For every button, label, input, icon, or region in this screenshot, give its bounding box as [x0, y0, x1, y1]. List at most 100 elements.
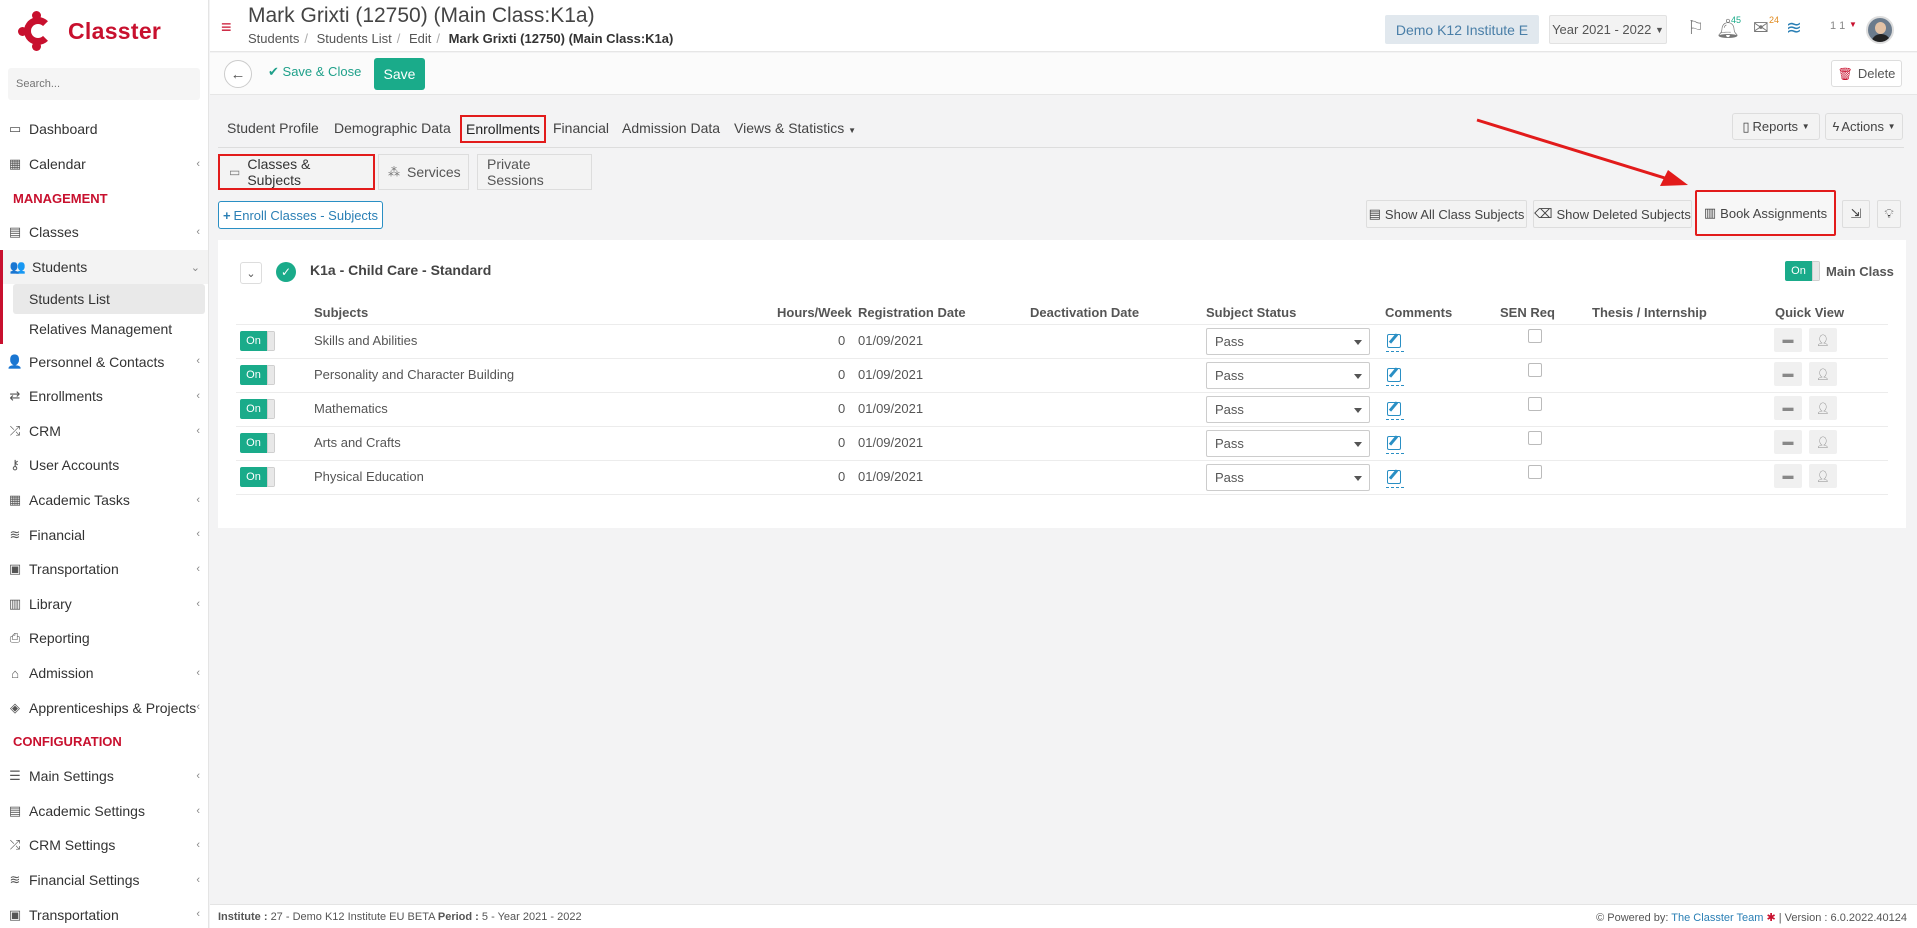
chevron-left-icon: ‹: [196, 493, 200, 506]
subject-toggle[interactable]: On: [240, 331, 275, 351]
edit-comment-icon[interactable]: [1386, 402, 1404, 420]
top-header: ≡ Mark Grixti (12750) (Main Class:K1a) S…: [210, 0, 1917, 52]
sidebar-item-students[interactable]: 👥 Students ⌄: [3, 249, 208, 285]
export-button[interactable]: ⇲: [1842, 200, 1870, 228]
save-close-button[interactable]: ✔ Save & Close: [268, 64, 361, 80]
subject-status-select[interactable]: Pass: [1206, 430, 1370, 457]
sidebar-item-crm[interactable]: ⤮ CRM ‹: [0, 414, 208, 449]
person-quickview-icon[interactable]: 👤︎: [1809, 430, 1837, 454]
edit-comment-icon[interactable]: [1386, 368, 1404, 386]
tab-student-profile[interactable]: Student Profile: [227, 120, 319, 136]
subject-status-select[interactable]: Pass: [1206, 464, 1370, 491]
sen-req-checkbox[interactable]: [1528, 431, 1542, 445]
subtab-private-sessions[interactable]: Private Sessions: [477, 154, 592, 190]
person-quickview-icon[interactable]: 👤︎: [1809, 362, 1837, 386]
enroll-classes-subjects-button[interactable]: + Enroll Classes - Subjects: [218, 201, 383, 229]
sidebar-subitem-students-list[interactable]: Students List: [13, 284, 205, 315]
actions-button[interactable]: ϟ Actions ▼: [1825, 113, 1903, 140]
chevron-left-icon: ‹: [196, 157, 200, 170]
show-all-class-subjects-button[interactable]: ▤ Show All Class Subjects: [1366, 200, 1527, 228]
sen-req-checkbox[interactable]: [1528, 329, 1542, 343]
subject-toggle[interactable]: On: [240, 365, 275, 385]
calendar-quickview-icon[interactable]: ▬: [1774, 362, 1802, 386]
breadcrumb-edit[interactable]: Edit: [409, 31, 431, 46]
sidebar-item-academic-settings[interactable]: ▤ Academic Settings ‹: [0, 794, 208, 829]
copyright-icon: ©: [1596, 912, 1605, 924]
tab-financial[interactable]: Financial: [553, 120, 609, 136]
person-quickview-icon[interactable]: 👤︎: [1809, 328, 1837, 352]
edit-comment-icon[interactable]: [1386, 436, 1404, 454]
brand-logo[interactable]: Classter: [0, 0, 208, 62]
delete-button[interactable]: 🗑︎ Delete: [1831, 60, 1902, 87]
sidebar-item-enrollments[interactable]: ⇄ Enrollments ‹: [0, 379, 208, 414]
sidebar-item-apprenticeships[interactable]: ◈ Apprenticeships & Projects ‹: [0, 690, 208, 725]
sidebar-item-transportation-settings[interactable]: ▣ Transportation ‹: [0, 897, 208, 928]
classes-icon: ▤: [8, 224, 22, 240]
edit-comment-icon[interactable]: [1386, 334, 1404, 352]
calendar-quickview-icon[interactable]: ▬: [1774, 396, 1802, 420]
institute-selector[interactable]: Demo K12 Institute E: [1385, 15, 1539, 44]
subject-name: Physical Education: [314, 469, 424, 484]
person-quickview-icon[interactable]: 👤︎: [1809, 464, 1837, 488]
subject-status-select[interactable]: Pass: [1206, 362, 1370, 389]
chevron-left-icon: ‹: [196, 666, 200, 679]
year-selector[interactable]: Year 2021 - 2022 ▼: [1549, 15, 1667, 44]
breadcrumb-students[interactable]: Students: [248, 31, 299, 46]
sidebar-item-user-accounts[interactable]: ⚷ User Accounts: [0, 448, 208, 483]
sidebar-item-label: Transportation: [29, 561, 119, 578]
bus-icon: ▣: [8, 906, 22, 922]
subtab-services[interactable]: ⁂ Services: [378, 154, 469, 190]
sidebar-subitem-relatives-management[interactable]: Relatives Management: [3, 314, 208, 344]
sidebar-item-main-settings[interactable]: ☰ Main Settings ‹: [0, 759, 208, 794]
sidebar-item-label: Calendar: [29, 155, 86, 172]
footer-period-label: Period :: [437, 911, 479, 923]
sidebar-item-reporting[interactable]: ⎙ Reporting: [0, 621, 208, 656]
sidebar-item-dashboard[interactable]: ▭ Dashboard: [0, 112, 208, 147]
sidebar-item-personnel[interactable]: 👤 Personnel & Contacts ‹: [0, 344, 208, 379]
person-quickview-icon[interactable]: 👤︎: [1809, 396, 1837, 420]
help-button[interactable]: 💡︎: [1877, 200, 1901, 228]
subject-status-select[interactable]: Pass: [1206, 328, 1370, 355]
footer-team-link[interactable]: The Classter Team: [1671, 912, 1763, 924]
breadcrumb-students-list[interactable]: Students List: [317, 31, 392, 46]
sen-req-checkbox[interactable]: [1528, 397, 1542, 411]
sen-req-checkbox[interactable]: [1528, 465, 1542, 479]
subject-toggle[interactable]: On: [240, 467, 275, 487]
sidebar-item-crm-settings[interactable]: ⤮ CRM Settings ‹: [0, 828, 208, 863]
calendar-quickview-icon[interactable]: ▬: [1774, 464, 1802, 488]
calendar-quickview-icon[interactable]: ▬: [1774, 328, 1802, 352]
save-button[interactable]: Save: [374, 58, 425, 90]
sen-req-checkbox[interactable]: [1528, 363, 1542, 377]
sidebar-item-admission[interactable]: ⌂ Admission ‹: [0, 656, 208, 691]
sidebar-item-transportation[interactable]: ▣ Transportation ‹: [0, 552, 208, 587]
main-class-toggle[interactable]: On: [1785, 261, 1821, 283]
tab-demographic-data[interactable]: Demographic Data: [334, 120, 451, 136]
sidebar-item-financial-settings[interactable]: ≋ Financial Settings ‹: [0, 863, 208, 898]
subject-toggle[interactable]: On: [240, 433, 275, 453]
layers-icon[interactable]: ≋: [1786, 17, 1802, 40]
tab-views-statistics[interactable]: Views & Statistics ▼: [734, 120, 856, 136]
sidebar-item-calendar[interactable]: ▦ Calendar ‹: [0, 147, 208, 182]
sidebar-search-input[interactable]: [16, 78, 192, 90]
subject-status-select[interactable]: Pass: [1206, 396, 1370, 423]
avatar[interactable]: [1866, 16, 1894, 44]
tab-enrollments[interactable]: Enrollments: [460, 115, 546, 143]
edit-comment-icon[interactable]: [1386, 470, 1404, 488]
subject-toggle[interactable]: On: [240, 399, 275, 419]
sidebar-item-academic-tasks[interactable]: ▦ Academic Tasks ‹: [0, 483, 208, 518]
caret-down-icon[interactable]: ▼: [1849, 20, 1857, 29]
sidebar-search[interactable]: [8, 68, 200, 100]
back-button[interactable]: ←: [224, 60, 252, 88]
hamburger-menu-icon[interactable]: ≡: [221, 18, 232, 36]
sidebar-item-financial[interactable]: ≋ Financial ‹: [0, 517, 208, 552]
reports-button[interactable]: ▯ Reports ▼: [1732, 113, 1820, 140]
calendar-quickview-icon[interactable]: ▬: [1774, 430, 1802, 454]
book-assignments-button[interactable]: ▥ Book Assignments: [1695, 190, 1836, 236]
tab-admission-data[interactable]: Admission Data: [622, 120, 720, 136]
flag-icon[interactable]: ⚐: [1687, 17, 1704, 40]
sidebar-item-classes[interactable]: ▤ Classes ‹: [0, 215, 208, 250]
sidebar-item-library[interactable]: ▥ Library ‹: [0, 587, 208, 622]
show-deleted-subjects-button[interactable]: ⌫ Show Deleted Subjects: [1533, 200, 1692, 228]
subtab-classes-subjects[interactable]: ▭ Classes & Subjects: [218, 154, 375, 190]
collapse-button[interactable]: ⌄: [240, 262, 262, 284]
